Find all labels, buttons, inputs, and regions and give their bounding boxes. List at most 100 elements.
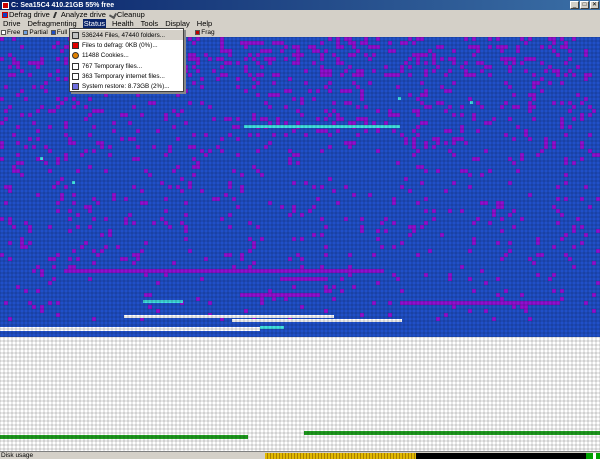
- fragmented-cluster: [496, 277, 500, 281]
- fragmented-cluster: [260, 65, 264, 69]
- fragmented-cluster: [220, 137, 224, 141]
- fragmented-cluster: [540, 253, 544, 257]
- fragmented-cluster: [524, 133, 528, 137]
- status-cookies-item[interactable]: 11488 Cookies...: [70, 51, 183, 61]
- fragmented-cluster: [328, 145, 332, 149]
- fragmented-cluster: [244, 89, 248, 93]
- menu-health[interactable]: Health: [111, 19, 135, 28]
- fragmented-cluster: [216, 197, 220, 201]
- fragmented-cluster: [560, 237, 564, 241]
- fragmented-cluster: [296, 53, 300, 57]
- fragmented-cluster: [80, 245, 84, 249]
- fragmented-cluster: [460, 265, 464, 269]
- fragmented-cluster: [524, 69, 528, 73]
- fragmented-cluster: [280, 49, 284, 53]
- status-defrag-item[interactable]: Files to defrag: 0KB (0%)...: [70, 40, 183, 50]
- menu-defragmenting[interactable]: Defragmenting: [27, 19, 78, 28]
- fragmented-cluster: [224, 193, 228, 197]
- fragmented-cluster: [324, 109, 328, 113]
- status-files-item[interactable]: 536244 Files, 47440 folders...: [70, 30, 183, 41]
- analyze-icon: [52, 11, 61, 18]
- status-temp-files-item[interactable]: 767 Temporary files...: [70, 61, 183, 71]
- fragmented-cluster: [152, 145, 156, 149]
- fragmented-cluster: [364, 41, 368, 45]
- fragmented-cluster: [240, 257, 244, 261]
- fragmented-cluster: [140, 189, 144, 193]
- fragmented-cluster: [236, 85, 240, 89]
- fragmented-cluster: [300, 113, 304, 117]
- fragmented-cluster: [500, 49, 504, 53]
- fragmented-cluster: [404, 141, 408, 145]
- fragmented-cluster: [184, 89, 188, 93]
- fragmented-cluster: [96, 109, 100, 113]
- fragmented-cluster: [56, 201, 60, 205]
- cleanup-button[interactable]: Cleanup: [108, 10, 145, 19]
- fragmented-cluster: [564, 157, 568, 161]
- fragmented-cluster: [8, 217, 12, 221]
- menu-help[interactable]: Help: [196, 19, 213, 28]
- fragmented-cluster: [552, 245, 556, 249]
- fragmented-cluster: [312, 45, 316, 49]
- fragmented-cluster: [188, 185, 192, 189]
- fragmented-cluster: [424, 209, 428, 213]
- fragmented-cluster: [528, 37, 532, 41]
- fragmented-cluster: [264, 49, 268, 53]
- fragmented-cluster: [124, 221, 128, 225]
- fragmented-cluster: [500, 57, 504, 61]
- defrag-drive-button[interactable]: Defrag drive: [2, 10, 50, 19]
- fragmented-cluster: [540, 149, 544, 153]
- status-internet-files-item[interactable]: 363 Temporary internet files...: [70, 71, 183, 81]
- menu-status[interactable]: Status: [82, 19, 106, 28]
- fragmented-cluster: [20, 241, 24, 245]
- fragmented-cluster: [384, 217, 388, 221]
- fragmented-cluster: [584, 185, 588, 189]
- fragmented-cluster: [140, 249, 144, 253]
- menu-display[interactable]: Display: [164, 19, 191, 28]
- fragmented-cluster: [580, 101, 584, 105]
- fragmented-cluster: [452, 61, 456, 65]
- fragmented-cluster: [32, 145, 36, 149]
- fragmented-cluster: [188, 57, 192, 61]
- fragmented-cluster: [104, 169, 108, 173]
- fragmented-cluster: [448, 209, 452, 213]
- fragmented-cluster: [592, 309, 596, 313]
- fragmented-cluster: [572, 117, 576, 121]
- fragmented-cluster: [268, 49, 272, 53]
- fragmented-cluster: [448, 69, 452, 73]
- menu-drive[interactable]: Drive: [2, 19, 22, 28]
- minimize-icon[interactable]: _: [570, 1, 579, 9]
- fragmented-cluster: [296, 253, 300, 257]
- fragmented-cluster: [16, 65, 20, 69]
- fragmented-cluster: [492, 209, 496, 213]
- fragmented-cluster: [468, 45, 472, 49]
- fragmented-cluster: [48, 109, 52, 113]
- status-restore-item[interactable]: System restore: 8.73GB (2%)...: [70, 81, 183, 91]
- analyze-drive-button[interactable]: Analyze drive: [52, 10, 106, 19]
- fragmented-cluster: [416, 133, 420, 137]
- fragmented-cluster: [268, 121, 272, 125]
- fragmented-cluster: [416, 165, 420, 169]
- restore-icon: [72, 83, 79, 91]
- fragmented-cluster: [64, 125, 68, 129]
- fragmented-cluster: [220, 37, 224, 41]
- fragmented-cluster: [260, 117, 264, 121]
- fragmented-cluster: [400, 65, 404, 69]
- fragmented-cluster: [28, 241, 32, 245]
- fragmented-cluster: [532, 81, 536, 85]
- fragmented-cluster: [204, 53, 208, 57]
- menu-tools[interactable]: Tools: [140, 19, 160, 28]
- fragmented-cluster: [408, 93, 412, 97]
- fragmented-cluster: [484, 65, 488, 69]
- fragmented-cluster: [292, 53, 296, 57]
- fragmented-cluster: [148, 293, 152, 297]
- fragmented-cluster: [552, 141, 556, 145]
- maximize-icon[interactable]: □: [580, 1, 589, 9]
- fragmented-cluster: [552, 273, 556, 277]
- close-icon[interactable]: ✕: [590, 1, 599, 9]
- fragmented-cluster: [348, 41, 352, 45]
- fragmented-cluster: [208, 57, 212, 61]
- disk-map[interactable]: [0, 37, 600, 451]
- fragmented-cluster: [304, 81, 308, 85]
- fragmented-cluster: [12, 61, 16, 65]
- fragmented-cluster: [20, 237, 24, 241]
